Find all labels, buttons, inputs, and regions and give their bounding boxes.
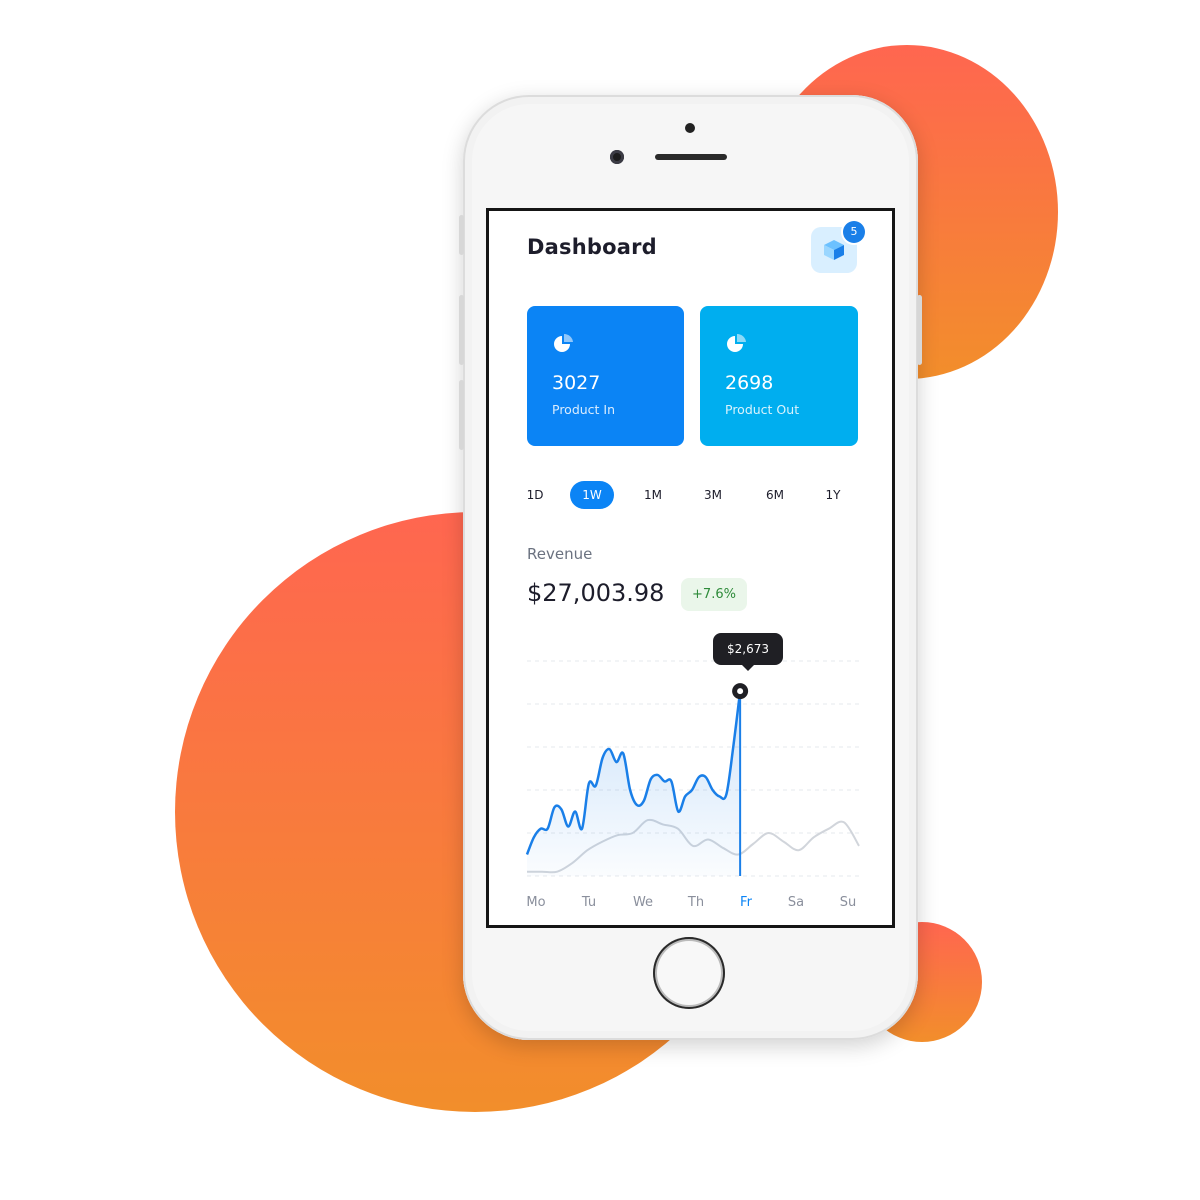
volume-up-button <box>459 295 464 365</box>
day-label: Mo <box>526 895 546 910</box>
volume-down-button <box>459 380 464 450</box>
revenue-chart <box>525 660 860 877</box>
proximity-sensor <box>685 123 695 133</box>
day-label: Tu <box>581 895 597 910</box>
day-label: We <box>632 895 654 910</box>
chart-tooltip: $2,673 <box>713 633 783 671</box>
power-button <box>917 295 922 365</box>
app-screen: Dashboard 5 3027 Product In 2698 Product… <box>486 208 895 928</box>
highlight-point-center <box>737 688 744 695</box>
day-label: Su <box>839 895 857 910</box>
day-label: Sa <box>787 895 805 910</box>
front-camera <box>610 150 624 164</box>
mute-switch <box>459 215 464 255</box>
day-label-active: Fr <box>740 895 752 910</box>
home-button[interactable] <box>653 937 725 1009</box>
day-label: Th <box>687 895 705 910</box>
earpiece-speaker <box>655 154 727 160</box>
